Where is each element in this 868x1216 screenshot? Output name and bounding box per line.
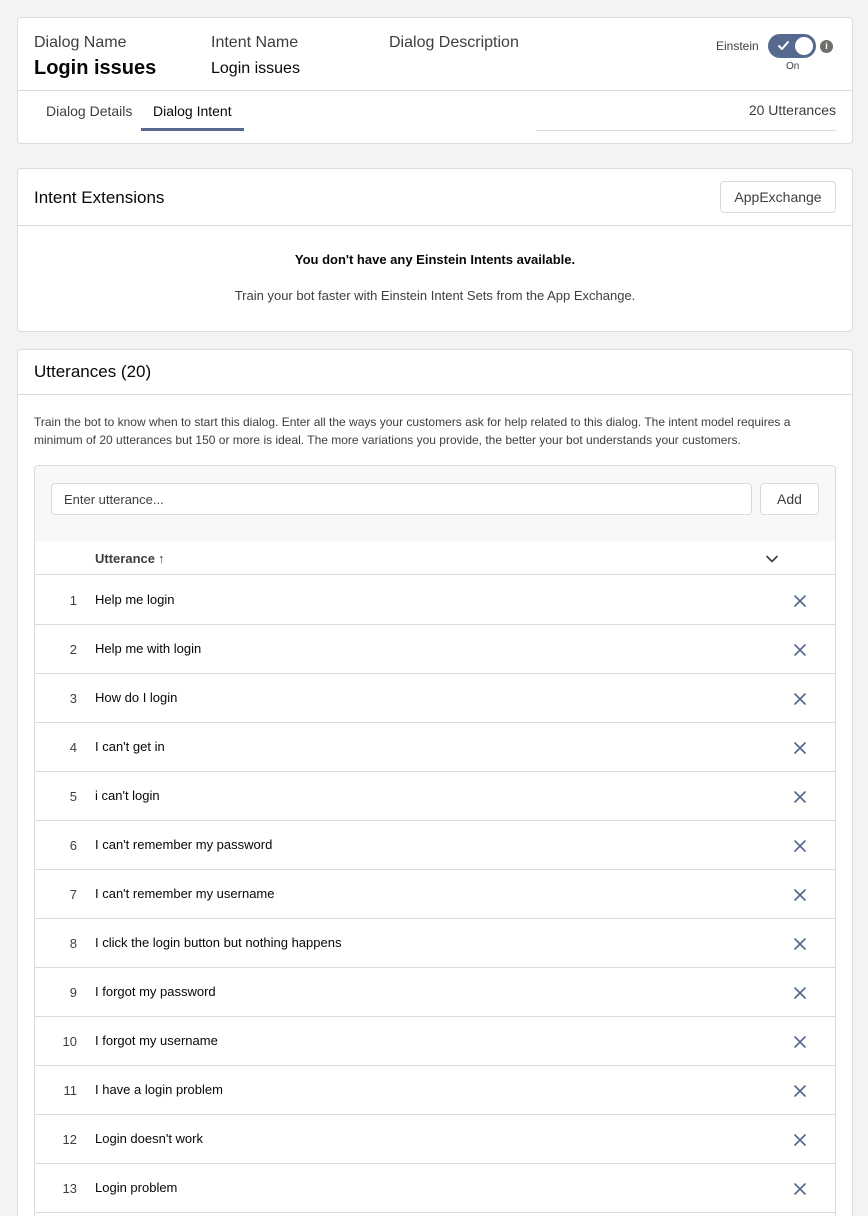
intent-name-value: Login issues [211,60,300,77]
utterance-input-bar: Add [35,466,835,542]
utterance-text: Login doesn't work [95,1131,203,1146]
dialog-name-label: Dialog Name [34,34,127,51]
close-icon[interactable] [793,692,807,706]
utterance-text: Help me with login [95,641,202,656]
row-number: 2 [69,642,77,657]
table-row: 12 Login doesn't work [35,1115,835,1164]
close-icon[interactable] [793,1035,807,1049]
utterance-text: i can't login [95,788,160,803]
empty-state-title: You don't have any Einstein Intents avai… [294,252,576,267]
close-icon[interactable] [793,986,807,1000]
utterance-text: I forgot my password [95,984,216,999]
tabs-underline [536,130,836,131]
section-divider [18,394,852,395]
utterance-text: I have a login problem [95,1082,223,1097]
row-number: 5 [69,789,77,804]
utterances-title: Utterances (20) [34,362,152,381]
table-row: 11 I have a login problem [35,1066,835,1115]
table-row: 13 Login problem [35,1164,835,1213]
row-number: 6 [69,838,77,853]
utterance-column-header[interactable]: Utterance ↑ [95,551,164,566]
row-number: 8 [69,936,77,951]
appexchange-button[interactable]: AppExchange [720,181,836,213]
close-icon[interactable] [793,888,807,902]
intent-name-field: Intent Name Login issues [211,33,300,79]
table-row: 9 I forgot my password [35,968,835,1017]
toggle-knob [795,37,813,55]
info-icon[interactable]: i [820,40,833,53]
close-icon[interactable] [793,1182,807,1196]
table-row: 1 Help me login [35,576,835,625]
utterance-column-label: Utterance [95,551,155,566]
utterance-count: 20 Utterances [748,102,836,118]
row-number: 10 [62,1034,77,1049]
table-row: 5 i can't login [35,772,835,821]
utterance-text: Login problem [95,1180,178,1195]
tab-dialog-intent[interactable]: Dialog Intent [141,91,244,131]
dialog-name-value: Login issues [34,57,157,79]
utterance-table-header: Utterance ↑ [35,542,835,575]
table-row: 4 I can't get in [35,723,835,772]
utterance-text: I forgot my username [95,1033,218,1048]
utterance-text: I can't remember my password [95,837,273,852]
chevron-down-icon[interactable] [765,552,779,566]
check-icon [778,41,789,50]
close-icon[interactable] [793,1133,807,1147]
intent-name-label: Intent Name [211,34,299,51]
empty-state-message: Train your bot faster with Einstein Inte… [234,288,636,303]
table-row: 2 Help me with login [35,625,835,674]
utterance-text: I can't get in [95,739,165,754]
add-utterance-button[interactable]: Add [760,483,819,515]
close-icon[interactable] [793,937,807,951]
table-row: 10 I forgot my username [35,1017,835,1066]
utterance-text: How do I login [95,690,178,705]
close-icon[interactable] [793,594,807,608]
row-number: 11 [63,1083,78,1098]
utterance-input[interactable] [51,483,752,515]
utterances-panel: Add Utterance↑ 1 Help me login 2 Help me wi… [34,465,836,1216]
utterance-text: I click the login button but nothing hap… [95,935,342,950]
row-number: 3 [69,691,77,706]
row-number: 7 [69,887,77,902]
close-icon[interactable] [793,790,807,804]
close-icon[interactable] [793,643,807,657]
utterances-card: Utterances (20) Train the bot to know wh… [17,349,853,1216]
row-number: 4 [69,740,77,755]
intent-extensions-title: Intent Extensions [34,188,165,207]
row-number: 13 [62,1181,77,1196]
utterance-list: 1 Help me login 2 Help me with login 3 How do… [35,576,835,1213]
close-icon[interactable] [793,839,807,853]
tab-dialog-details[interactable]: Dialog Details [34,91,144,131]
utterance-text: Help me login [95,592,175,607]
row-number: 1 [69,593,77,608]
einstein-label: Einstein [716,39,759,53]
utterance-text: I can't remember my username [95,886,275,901]
einstein-toggle-group: Einstein On i [716,32,836,76]
row-number: 12 [62,1132,77,1147]
utterances-description: Train the bot to know when to start this… [34,415,791,447]
table-row: 7 I can't remember my username [35,870,835,919]
row-number: 9 [69,985,77,1000]
close-icon[interactable] [793,1084,807,1098]
einstein-state-label: On [786,61,800,72]
section-divider [18,225,852,226]
einstein-toggle[interactable] [768,34,816,58]
dialog-description-field: Dialog Description [389,33,519,53]
table-row: 3 How do I login [35,674,835,723]
intent-extensions-card: Intent Extensions AppExchange You don't … [17,168,853,332]
dialog-name-field: Dialog Name Login issues [34,33,156,80]
table-row: 6 I can't remember my password [35,821,835,870]
sort-arrow-icon: ↑ [157,551,165,566]
dialog-description-label: Dialog Description [389,34,519,51]
dialog-header-card: Dialog Name Login issues Intent Name Log… [17,17,853,144]
close-icon[interactable] [793,741,807,755]
table-row: 8 I click the login button but nothing ha… [35,919,835,968]
